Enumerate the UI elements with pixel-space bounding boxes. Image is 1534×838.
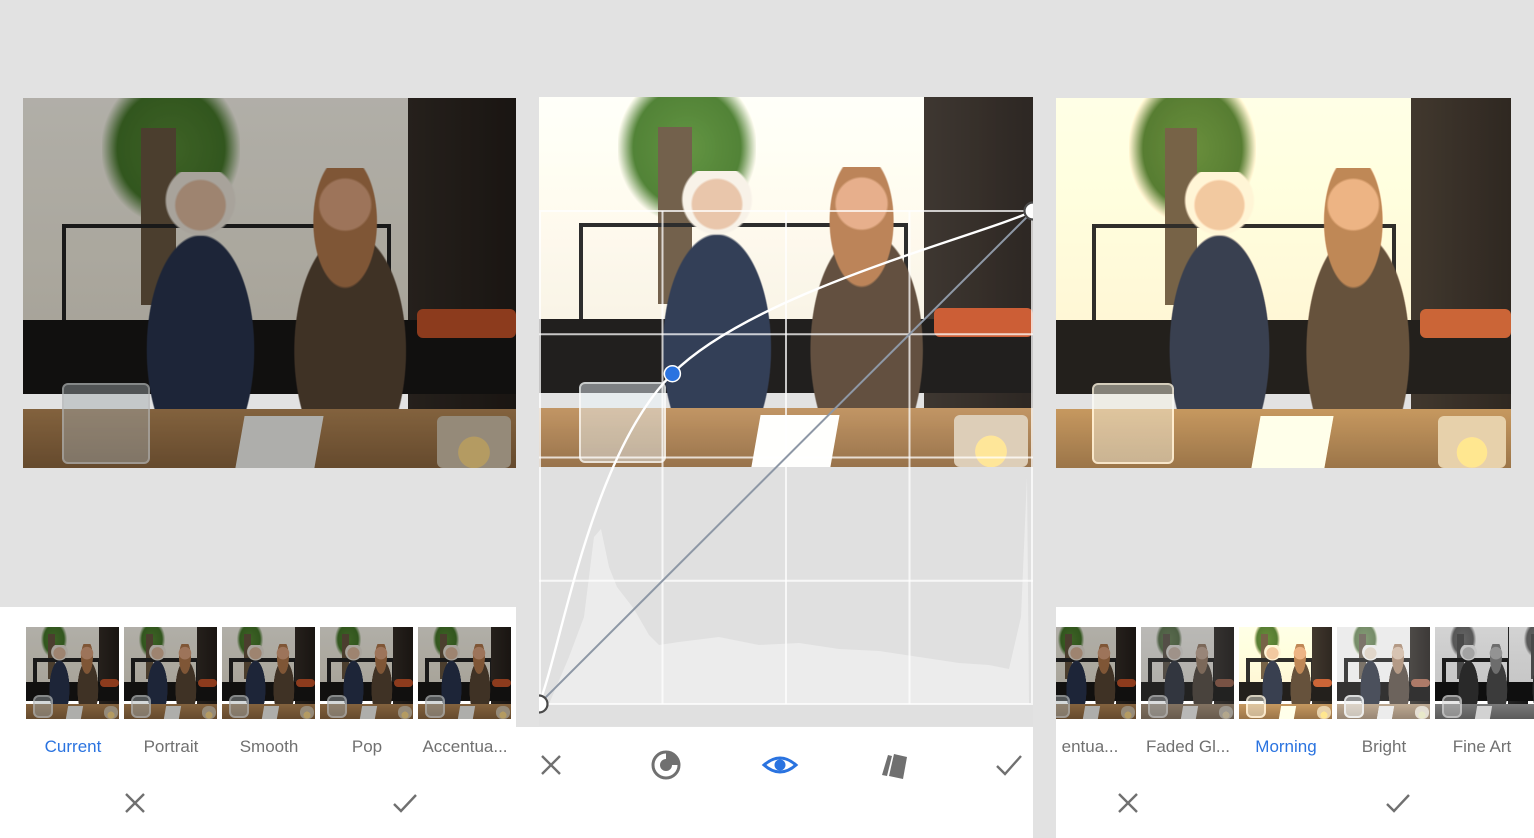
filter-preview-image — [1239, 627, 1332, 719]
filter-thumbnail[interactable] — [222, 627, 315, 719]
curve-point-selected[interactable] — [663, 364, 682, 383]
filter-label[interactable]: Fine Art — [1427, 737, 1534, 757]
filters-panel-right: entua... Faded Gl... Morning Bright Fine Art — [1056, 0, 1534, 838]
filter-label[interactable]: Pop — [312, 737, 422, 757]
curves-panel — [515, 0, 1033, 838]
filter-label[interactable]: entua... — [1056, 737, 1145, 757]
curve-point[interactable] — [539, 694, 549, 714]
filter-preview-image — [1056, 627, 1136, 719]
eye-icon[interactable] — [760, 745, 800, 785]
close-icon[interactable] — [120, 788, 150, 818]
curves-toolbar — [515, 727, 1033, 838]
filter-strip: Current Portrait Smooth Pop Accentua... — [0, 607, 516, 838]
filter-label[interactable]: Morning — [1231, 737, 1341, 757]
checkmark-icon[interactable] — [1383, 788, 1413, 818]
main-photo-preview — [1056, 98, 1511, 468]
filter-label[interactable]: Faded Gl... — [1133, 737, 1243, 757]
close-icon[interactable] — [1113, 788, 1143, 818]
filter-label[interactable]: Current — [18, 737, 128, 757]
extra-thumb[interactable] — [1509, 627, 1534, 719]
filter-thumbnail[interactable] — [26, 627, 119, 719]
filter-thumbnail[interactable] — [1141, 627, 1234, 719]
color-channel-icon[interactable] — [646, 745, 686, 785]
checkmark-icon[interactable] — [989, 745, 1029, 785]
filter-preview-image — [1337, 627, 1430, 719]
filter-preview-image — [1141, 627, 1234, 719]
filter-preview-image — [320, 627, 413, 719]
close-icon[interactable] — [531, 745, 571, 785]
presets-stack-icon[interactable] — [874, 745, 914, 785]
filter-preview-image — [418, 627, 511, 719]
filter-label[interactable]: Portrait — [116, 737, 226, 757]
curve-point[interactable] — [1023, 201, 1034, 221]
filter-label[interactable]: Smooth — [214, 737, 324, 757]
filter-preview-image — [222, 627, 315, 719]
filters-panel-left: Current Portrait Smooth Pop Accentua... — [0, 0, 516, 838]
filter-preview-image — [26, 627, 119, 719]
main-photo-preview — [23, 98, 516, 468]
filter-thumbnail[interactable] — [124, 627, 217, 719]
filter-label[interactable]: Accentua... — [410, 737, 516, 757]
filter-thumbnail[interactable] — [1239, 627, 1332, 719]
checkmark-icon[interactable] — [390, 788, 420, 818]
filter-preview-image — [124, 627, 217, 719]
filter-label[interactable]: Bright — [1329, 737, 1439, 757]
filter-thumbnail[interactable] — [1056, 627, 1136, 719]
curve-editor[interactable] — [539, 97, 1033, 726]
filter-thumbnail[interactable] — [1337, 627, 1430, 719]
filter-thumbnail[interactable] — [320, 627, 413, 719]
filter-thumbnail[interactable] — [418, 627, 511, 719]
